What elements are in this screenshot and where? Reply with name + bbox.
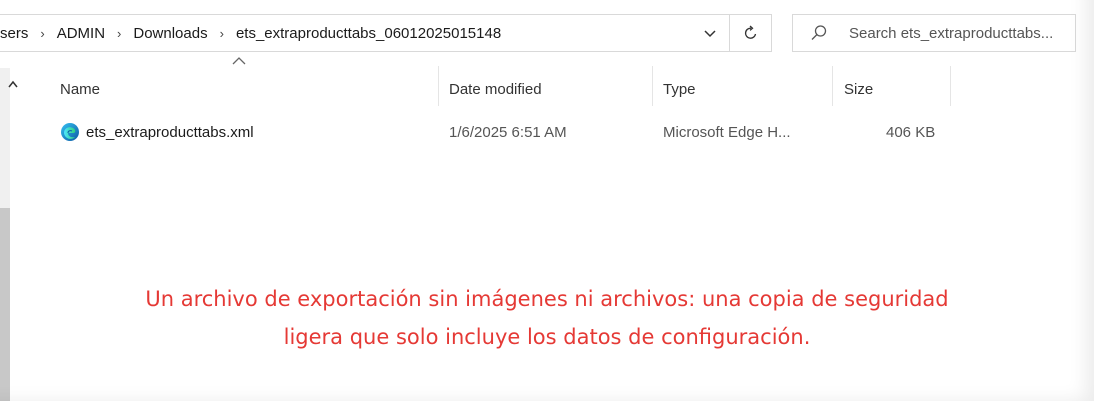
file-name-cell[interactable]: ets_extraproducttabs.xml (60, 117, 254, 147)
column-header-date-modified[interactable]: Date modified (449, 74, 542, 104)
sort-ascending-icon (232, 57, 246, 65)
column-header-type[interactable]: Type (663, 74, 696, 104)
caption-line-2: ligera que solo incluye los datos de con… (283, 325, 811, 349)
caption-line-1: Un archivo de exportación sin imágenes n… (145, 287, 949, 311)
caption-annotation: Un archivo de exportación sin imágenes n… (0, 280, 1094, 356)
breadcrumb-downloads[interactable]: Downloads (133, 25, 207, 42)
file-row[interactable]: ets_extraproducttabs.xml 1/6/2025 6:51 A… (52, 117, 952, 147)
breadcrumb-admin[interactable]: ADMIN (57, 25, 105, 42)
chevron-down-icon (704, 30, 716, 38)
edge-icon (61, 123, 79, 141)
column-divider[interactable] (652, 66, 653, 106)
refresh-button[interactable] (730, 14, 772, 52)
chevron-right-icon[interactable]: › (220, 26, 224, 41)
file-name[interactable]: ets_extraproducttabs.xml (86, 124, 254, 141)
file-date: 1/6/2025 6:51 AM (449, 123, 567, 141)
address-history-button[interactable] (690, 15, 730, 53)
toolbar: sers › ADMIN › Downloads › ets_extraprod… (0, 14, 1076, 52)
file-type: Microsoft Edge H... (663, 123, 791, 141)
chevron-right-icon[interactable]: › (117, 26, 121, 41)
chevron-right-icon[interactable]: › (40, 26, 44, 41)
breadcrumb-users[interactable]: sers (0, 25, 28, 42)
refresh-icon (744, 25, 756, 39)
breadcrumb-current-folder[interactable]: ets_extraproducttabs_06012025015148 (236, 25, 501, 42)
column-divider[interactable] (438, 66, 439, 106)
column-header-size[interactable]: Size (844, 74, 873, 104)
address-bar[interactable]: sers › ADMIN › Downloads › ets_extraprod… (0, 14, 730, 52)
column-header-name[interactable]: Name (60, 74, 100, 104)
file-size: 406 KB (886, 123, 936, 141)
column-divider[interactable] (832, 66, 833, 106)
scroll-up-arrow-icon[interactable] (8, 76, 18, 91)
search-icon (811, 25, 827, 40)
search-input[interactable]: Search ets_extraproducttabs... (849, 25, 1053, 42)
search-box[interactable]: Search ets_extraproducttabs... (792, 14, 1076, 52)
column-divider[interactable] (950, 66, 951, 106)
